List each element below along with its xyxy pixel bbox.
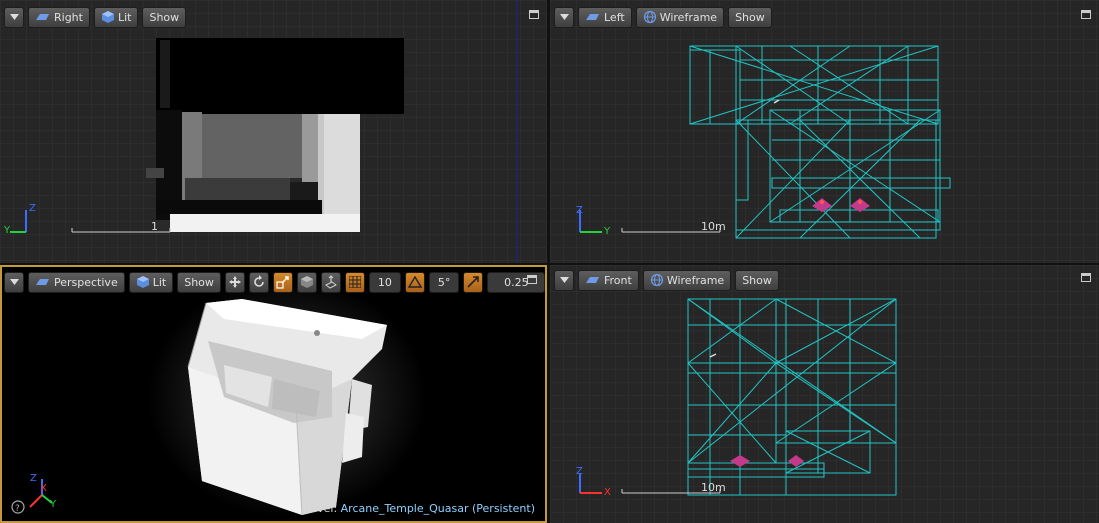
rotation-snap-toggle[interactable] [404,271,425,293]
editor-viewports: Z Y 1 Right Lit Show Z Y 10m Left Wirefr… [0,0,1099,523]
view-mode-label: Wireframe [666,273,725,287]
camera-icon [586,277,599,283]
maximize-viewport-icon[interactable] [1081,273,1091,282]
view-type-label: Front [604,273,632,287]
viewport-options-button[interactable] [4,6,24,28]
axis-y-label: Y [604,226,611,237]
axis-x-label: X [604,487,611,498]
grid-icon [348,276,361,288]
scene-render: ? [11,277,427,517]
axis-z-label: Z [576,466,583,477]
camera-icon [36,279,49,285]
rotate-tool-button[interactable] [248,271,269,293]
camera-icon [586,14,599,20]
coordinate-system-button[interactable] [296,271,317,293]
axis-y-label: Y [50,499,57,510]
show-label: Show [184,275,214,289]
show-flags-button[interactable]: Show [728,6,772,28]
viewport-front[interactable]: Z X 10m Front Wireframe Show [550,265,1099,523]
axis-z-label: Z [29,203,36,214]
camera-icon [36,14,49,20]
show-flags-button[interactable]: Show [177,271,221,293]
rotate-icon [254,275,264,287]
viewport-left[interactable]: Z Y 10m Left Wireframe Show [550,0,1099,263]
viewport-options-button[interactable] [554,6,574,28]
scale-arrow-icon [467,276,480,288]
chevron-down-icon [9,14,19,20]
show-label: Show [149,10,180,24]
view-type-label: Perspective [54,275,118,289]
rotation-snap-value-label: 5° [437,275,451,289]
wireframe-sphere-icon [643,10,656,24]
axis-z-label: Z [576,205,583,216]
view-mode-button[interactable]: Wireframe [635,6,725,28]
axis-x-label: X [40,483,47,494]
wireframe-sphere-icon [650,273,663,287]
view-mode-button[interactable]: Wireframe [642,269,732,291]
level-name: Arcane_Temple_Quasar (Persistent) [340,502,535,515]
view-type-label: Left [604,10,625,24]
maximize-viewport-icon[interactable] [527,275,537,284]
viewport-toolbar: Left Wireframe Show [554,6,772,28]
view-type-button[interactable]: Front [578,269,639,291]
show-label: Show [735,10,765,24]
axis-y-label: Y [4,225,11,236]
grid-background [550,265,1099,523]
help-icon[interactable]: ? [11,500,25,514]
scale-label: 10m [701,220,726,233]
viewport-options-button[interactable] [554,269,574,291]
lit-sphere-icon [136,276,149,288]
view-type-button[interactable]: Perspective [28,271,125,293]
view-type-button[interactable]: Right [28,6,90,28]
rotation-snap-value[interactable]: 5° [428,271,460,293]
show-flags-button[interactable]: Show [142,6,187,28]
view-mode-button[interactable]: Lit [128,271,174,293]
view-type-button[interactable]: Left [578,6,632,28]
scale-snap-toggle[interactable] [463,271,484,293]
axis-z-label: Z [30,473,37,484]
grid-snap-value-label: 10 [377,275,392,289]
grid-background [0,0,547,263]
show-flags-button[interactable]: Show [735,269,779,291]
viewport-right[interactable]: Z Y 1 Right Lit Show [0,0,547,263]
grid-snap-value[interactable]: 10 [368,271,401,293]
translate-tool-button[interactable] [224,271,245,293]
cube-icon [300,276,313,288]
maximize-viewport-icon[interactable] [529,10,539,19]
view-mode-label: Lit [152,275,167,289]
viewport-perspective[interactable]: ? Z X Y Level: Arcane_Temple_Quasar (Per… [0,265,547,523]
lit-sphere-icon [101,11,114,23]
surface-snap-button[interactable] [320,271,341,293]
grid-background [550,0,1099,263]
move-arrows-icon [228,276,241,288]
surface-snap-icon [324,275,337,289]
chevron-down-icon [559,14,569,20]
scale-tool-button[interactable] [272,271,293,293]
viewport-options-button[interactable] [4,271,24,293]
viewport-toolbar: Front Wireframe Show [554,269,779,291]
view-mode-label: Wireframe [659,10,718,24]
level-prefix: Level: [304,502,338,515]
view-mode-button[interactable]: Lit [93,6,139,28]
view-mode-label: Lit [117,10,132,24]
show-label: Show [742,273,772,287]
viewport-toolbar: Perspective Lit Show 10 5° 0.25 [4,271,545,293]
chevron-down-icon [559,277,569,283]
chevron-down-icon [9,279,19,285]
angle-icon [407,276,422,288]
maximize-viewport-icon[interactable] [1081,10,1091,19]
scale-label: 1 [151,220,158,233]
level-indicator: Level: Arcane_Temple_Quasar (Persistent) [304,502,535,515]
viewport-toolbar: Right Lit Show [4,6,187,28]
scale-label: 10m [701,481,726,494]
scale-snap-value-label: 0.25 [504,275,529,289]
grid-snap-toggle[interactable] [344,271,365,293]
scale-icon [276,276,289,289]
view-type-label: Right [54,10,83,24]
svg-text:?: ? [15,504,20,514]
